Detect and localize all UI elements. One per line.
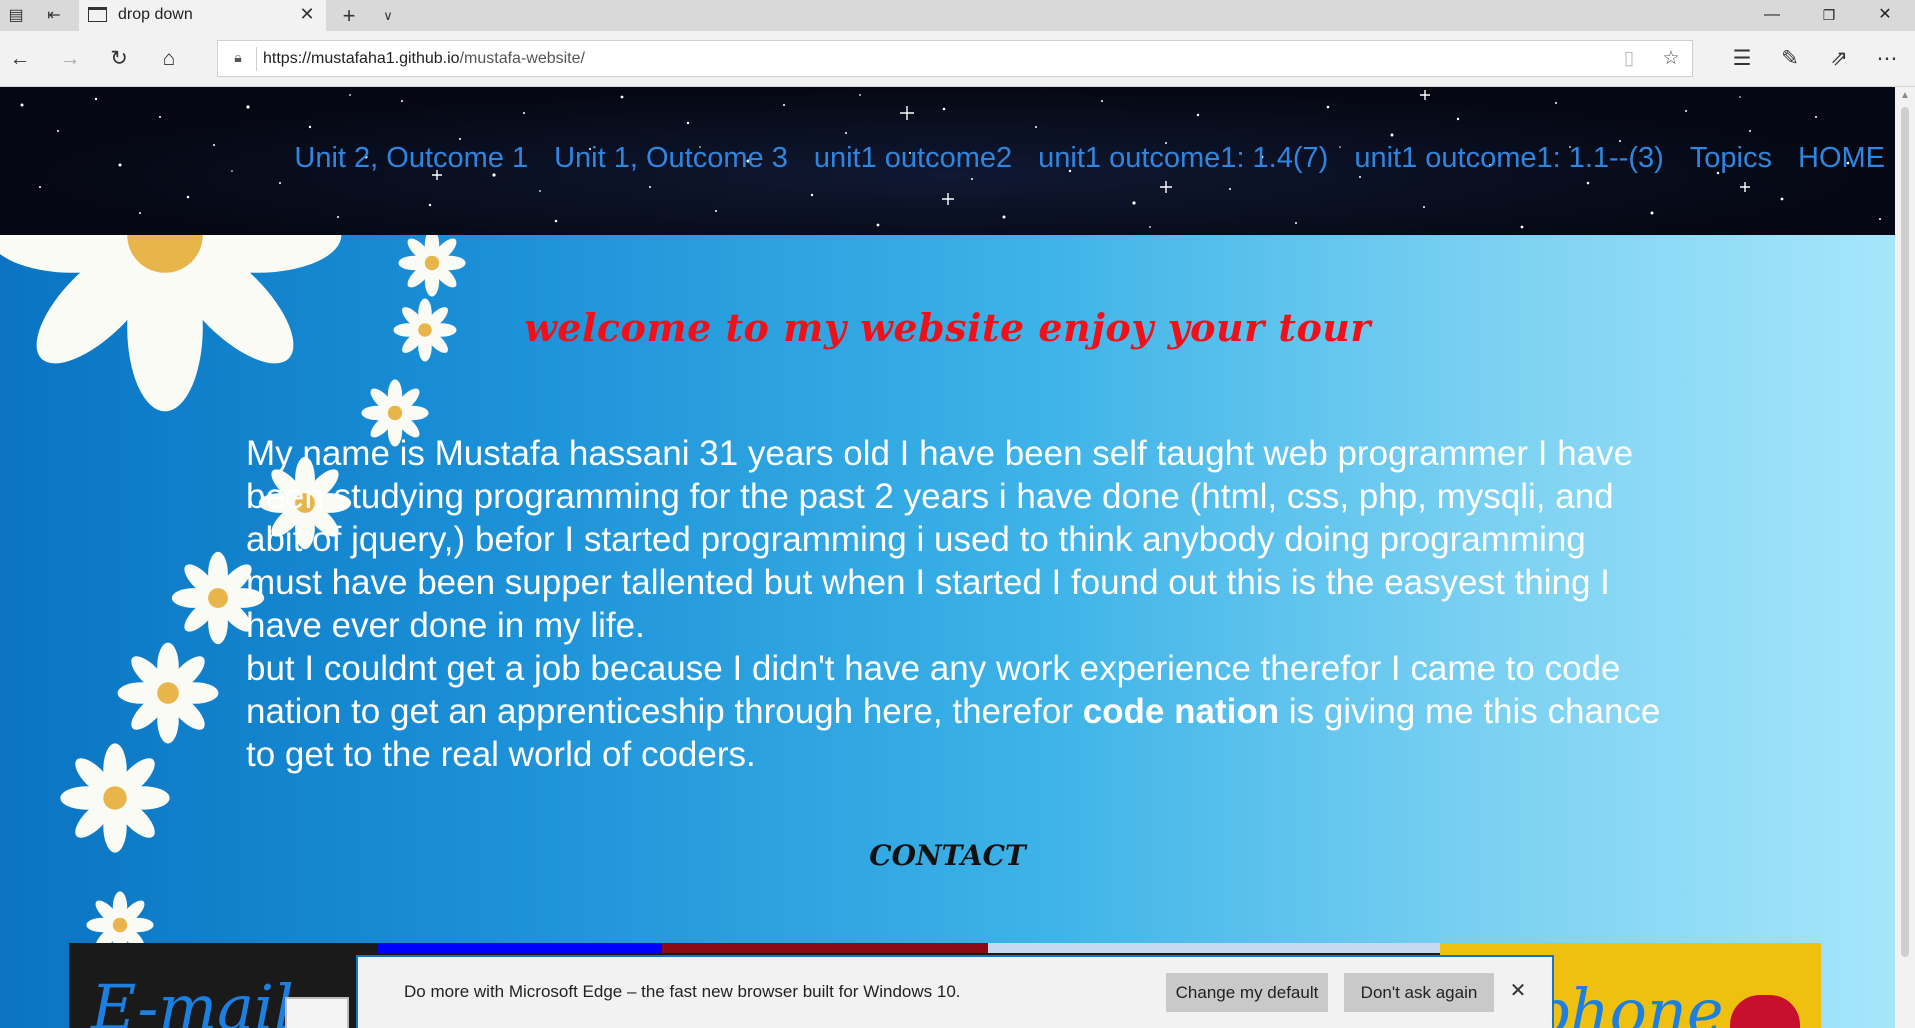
- menu-unit1-outcome2[interactable]: unit1 outcome2: [814, 142, 1012, 175]
- phone-label[interactable]: phone: [1530, 975, 1724, 1028]
- change-default-button[interactable]: Change my default: [1166, 973, 1328, 1012]
- menu-unit1-outcome1-1-1[interactable]: unit1 outcome1: 1.1--(3): [1354, 142, 1663, 175]
- menu-topics[interactable]: Topics: [1690, 142, 1772, 175]
- tab-list-icon[interactable]: ▤: [4, 4, 28, 28]
- close-icon[interactable]: ✕: [295, 2, 319, 26]
- menu-home[interactable]: HOME: [1798, 142, 1885, 175]
- red-stripe: [662, 943, 988, 953]
- main-menu: Unit 2, Outcome 1 Unit 1, Outcome 3 unit…: [294, 142, 1885, 175]
- dont-ask-again-button[interactable]: Don't ask again: [1344, 973, 1494, 1012]
- more-icon[interactable]: ⋯: [1872, 44, 1902, 74]
- scroll-up-icon[interactable]: ▲: [1895, 87, 1915, 105]
- forward-arrow-icon[interactable]: →: [55, 44, 85, 74]
- menu-unit1-outcome3[interactable]: Unit 1, Outcome 3: [554, 142, 788, 175]
- about-text: My name is Mustafa hassani 31 years old …: [246, 432, 1666, 776]
- vertical-scrollbar[interactable]: ▲: [1895, 87, 1915, 1028]
- set-aside-tabs-icon[interactable]: ⇤: [42, 4, 66, 28]
- close-icon[interactable]: ✕: [1506, 979, 1530, 1003]
- navigation-bar: ← → ↻ ⌂ 🔒︎ https://mustafaha1.github.io/…: [0, 31, 1915, 87]
- star-icon[interactable]: ☆: [1658, 46, 1684, 72]
- telephone-icon[interactable]: [1730, 995, 1800, 1028]
- book-icon[interactable]: ▯: [1616, 46, 1642, 72]
- chevron-down-icon[interactable]: ∨: [376, 4, 400, 28]
- page-icon: [88, 7, 107, 22]
- back-arrow-icon[interactable]: ←: [5, 44, 35, 74]
- plus-icon[interactable]: +: [337, 4, 361, 28]
- pen-icon[interactable]: ✎: [1775, 44, 1805, 74]
- envelope-icon[interactable]: [285, 997, 349, 1028]
- tab-title: drop down: [118, 6, 193, 23]
- url-text[interactable]: https://mustafaha1.github.io/mustafa-web…: [263, 50, 585, 68]
- minimize-icon[interactable]: —: [1749, 2, 1795, 28]
- about-part-1: My name is Mustafa hassani 31 years old …: [246, 434, 1634, 645]
- address-bar[interactable]: 🔒︎ https://mustafaha1.github.io/mustafa-…: [217, 40, 1693, 77]
- blue-stripe: [378, 943, 662, 953]
- tab-bar: ▤ ⇤ drop down ✕ + ∨ — ❐ ✕: [0, 0, 1915, 31]
- refresh-icon[interactable]: ↻: [104, 44, 134, 74]
- url-host: https://mustafaha1.github.io: [263, 50, 460, 67]
- share-icon[interactable]: ⇗: [1824, 44, 1854, 74]
- notification-text: Do more with Microsoft Edge – the fast n…: [404, 982, 961, 1001]
- address-separator: [256, 47, 257, 71]
- menu-unit2-outcome1[interactable]: Unit 2, Outcome 1: [294, 142, 528, 175]
- close-window-icon[interactable]: ✕: [1862, 2, 1908, 28]
- about-code-nation: code nation: [1082, 692, 1280, 731]
- menu-unit1-outcome1-1-4[interactable]: unit1 outcome1: 1.4(7): [1038, 142, 1328, 175]
- light-stripe: [988, 943, 1440, 953]
- site-header: Unit 2, Outcome 1 Unit 1, Outcome 3 unit…: [0, 87, 1895, 235]
- web-page: Unit 2, Outcome 1 Unit 1, Outcome 3 unit…: [0, 87, 1895, 1028]
- favorites-hub-icon[interactable]: ☰: [1727, 44, 1757, 74]
- edge-notification-bar: Do more with Microsoft Edge – the fast n…: [356, 955, 1554, 1028]
- lock-icon[interactable]: 🔒︎: [228, 49, 248, 69]
- tab-active[interactable]: drop down ✕: [79, 0, 326, 31]
- home-icon[interactable]: ⌂: [154, 44, 184, 74]
- welcome-heading: welcome to my website enjoy your tour: [524, 305, 1371, 350]
- email-label[interactable]: E-mail: [91, 971, 294, 1028]
- url-path: /mustafa-website/: [459, 50, 585, 67]
- restore-icon[interactable]: ❐: [1806, 2, 1852, 28]
- contact-heading: CONTACT: [869, 839, 1026, 872]
- scroll-thumb[interactable]: [1901, 107, 1909, 957]
